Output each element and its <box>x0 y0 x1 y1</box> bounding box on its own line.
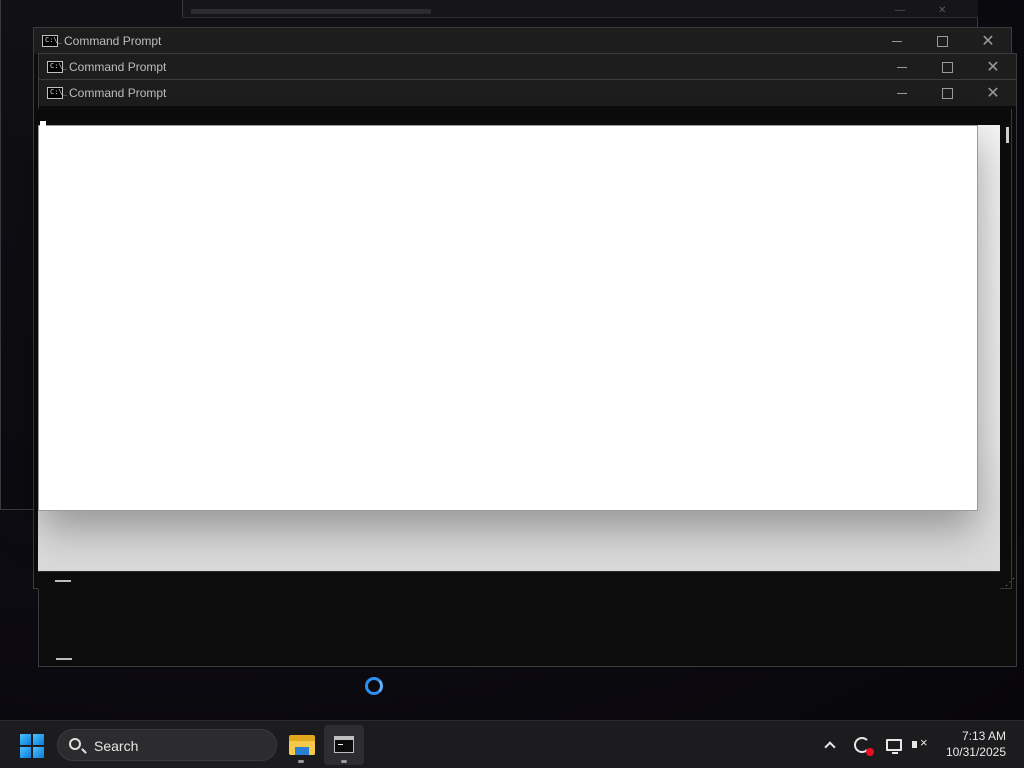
cmd-app-icon: C:\_ <box>47 87 67 99</box>
chevron-up-icon <box>824 741 836 753</box>
bg-minimize-icon: — <box>895 5 905 16</box>
titlebar[interactable]: C:\_ Command Prompt ✕ <box>39 80 1016 106</box>
windows-logo-icon <box>20 734 31 745</box>
file-explorer-icon <box>289 735 315 755</box>
search-box[interactable]: Search <box>57 729 277 761</box>
taskbar-command-prompt[interactable] <box>324 725 364 765</box>
resize-grip-icon[interactable]: ⋰ <box>1005 577 1015 588</box>
search-icon <box>69 738 81 750</box>
maximize-button[interactable] <box>924 80 970 106</box>
taskbar: Search 7:13 AM 10/31/2025 <box>0 720 1024 768</box>
cmd-status-row <box>38 571 1000 589</box>
sync-status-tray[interactable] <box>850 733 874 757</box>
window-title: Command Prompt <box>69 86 167 100</box>
titlebar[interactable]: C:\_ Command Prompt ✕ <box>39 54 1016 80</box>
running-indicator <box>298 760 304 763</box>
background-window-tab <box>191 9 431 14</box>
window-title: Command Prompt <box>64 34 162 48</box>
cursor-line <box>55 580 71 582</box>
volume-muted-icon <box>912 735 928 752</box>
cmd-titlebar-2[interactable]: C:\_ Command Prompt ✕ <box>38 53 1017 80</box>
minimize-button[interactable] <box>874 28 920 54</box>
close-button[interactable]: ✕ <box>970 80 1016 106</box>
clock-date: 10/31/2025 <box>945 745 1006 759</box>
cmd-titlebar-1[interactable]: C:\_ Command Prompt ✕ <box>33 27 1012 54</box>
taskbar-file-explorer[interactable] <box>281 725 321 765</box>
maximize-button[interactable] <box>919 28 965 54</box>
cmd-app-icon: C:\_ <box>47 61 67 73</box>
running-indicator <box>341 760 347 763</box>
cursor-line <box>56 658 72 660</box>
close-button[interactable]: ✕ <box>970 54 1016 80</box>
close-button[interactable]: ✕ <box>965 28 1011 54</box>
sync-icon <box>854 737 874 756</box>
command-prompt-icon <box>334 736 354 753</box>
network-tray[interactable] <box>882 733 906 757</box>
clock-time: 7:13 AM <box>961 729 1006 743</box>
bg-close-icon: ✕ <box>938 5 947 16</box>
background-window-titlebar: — ✕ <box>182 0 978 18</box>
error-badge <box>866 748 874 756</box>
network-icon <box>886 739 902 754</box>
loading-spinner-icon <box>365 677 383 695</box>
show-hidden-icons-button[interactable] <box>818 733 842 757</box>
minimize-button[interactable] <box>879 54 925 80</box>
blank-window-content[interactable] <box>38 125 978 511</box>
text-cursor <box>40 121 46 126</box>
search-placeholder: Search <box>94 738 139 754</box>
minimize-button[interactable] <box>879 80 925 106</box>
volume-tray[interactable] <box>908 733 932 757</box>
maximize-button[interactable] <box>924 54 970 80</box>
cmd-app-icon: C:\_ <box>42 35 62 47</box>
start-button[interactable] <box>20 734 44 758</box>
scrollbar-thumb[interactable] <box>1006 127 1009 143</box>
titlebar[interactable]: C:\_ Command Prompt ✕ <box>34 28 1011 54</box>
cmd-titlebar-3[interactable]: C:\_ Command Prompt ✕ <box>38 79 1017 109</box>
clock[interactable]: 7:13 AM 10/31/2025 <box>946 728 1006 760</box>
desktop: Re — ✕ C:\_ Command Prompt ✕ C:\_ Comman… <box>0 0 1024 720</box>
window-title: Command Prompt <box>69 60 167 74</box>
